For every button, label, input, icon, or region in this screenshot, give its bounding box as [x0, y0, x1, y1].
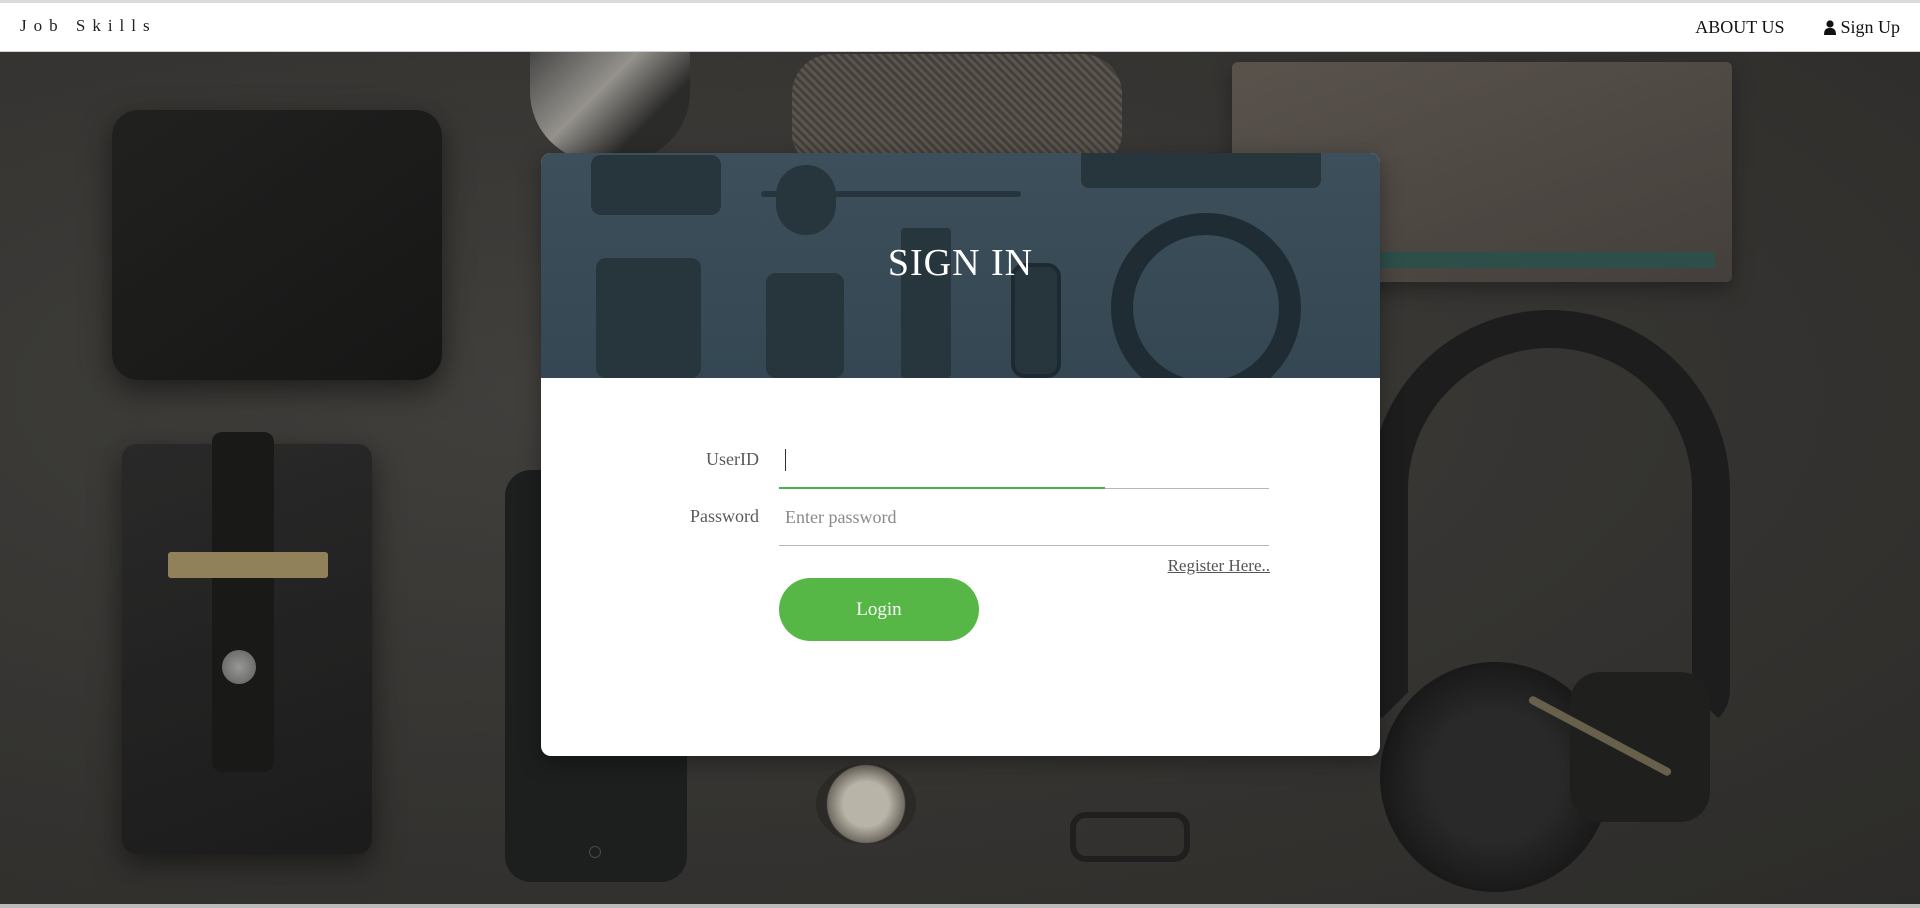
signin-title: SIGN IN	[887, 242, 1034, 284]
signin-header: SIGN IN	[541, 153, 1380, 378]
header-bg-shades	[776, 165, 836, 235]
signin-card: SIGN IN UserID Password Register Here.. …	[541, 153, 1380, 756]
about-us-label: ABOUT US	[1695, 17, 1785, 37]
sign-up-link[interactable]: Sign Up	[1824, 17, 1900, 38]
header-bg-box	[591, 155, 721, 215]
brand-logo[interactable]: Job Skills	[20, 16, 157, 36]
header-bg-phone-2	[766, 273, 844, 378]
page: Job Skills ABOUT US Sign Up SIGN IN User…	[0, 0, 1920, 908]
top-navbar: Job Skills ABOUT US Sign Up	[0, 0, 1920, 52]
userid-input[interactable]	[779, 433, 1269, 489]
userid-label: UserID	[706, 449, 759, 469]
signin-form: UserID Password Register Here.. Login	[541, 378, 1380, 756]
login-button[interactable]: Login	[779, 578, 979, 641]
about-us-link[interactable]: ABOUT US	[1695, 17, 1784, 38]
header-bg-pen	[761, 191, 1021, 197]
password-input[interactable]	[779, 490, 1269, 546]
userid-focus-underline	[779, 487, 1105, 489]
text-caret	[785, 449, 786, 471]
horizontal-scrollbar[interactable]	[0, 904, 1920, 908]
user-icon	[1824, 20, 1837, 35]
password-row: Password	[541, 490, 1380, 546]
header-bg-wallet	[1081, 153, 1321, 188]
register-link[interactable]: Register Here..	[1168, 556, 1270, 576]
nav-links: ABOUT US Sign Up	[1695, 17, 1900, 38]
header-bg-headphones	[1111, 213, 1301, 378]
sign-up-label: Sign Up	[1840, 17, 1900, 37]
password-label: Password	[689, 506, 759, 526]
userid-row: UserID	[541, 433, 1380, 489]
